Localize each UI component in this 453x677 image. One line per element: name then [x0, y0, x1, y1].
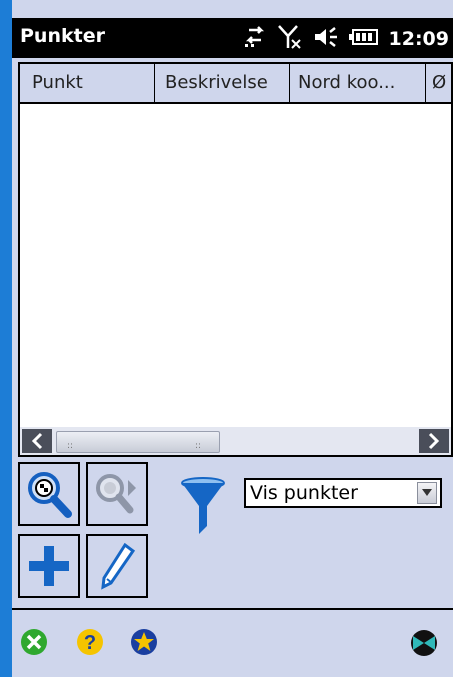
list-header: Punkt Beskrivelse Nord koo... Ø: [20, 64, 451, 104]
title-bar: Punkter 12:09: [12, 18, 453, 58]
pencil-icon: [101, 542, 136, 590]
scroll-right-button[interactable]: [419, 429, 449, 453]
chevron-left-icon: [31, 432, 43, 450]
clock[interactable]: 12:09: [389, 28, 449, 50]
page-title: Punkter: [20, 25, 105, 47]
dropdown-arrow[interactable]: [417, 482, 437, 504]
filter-select[interactable]: Vis punkter: [244, 478, 442, 508]
connectivity-icon[interactable]: [243, 26, 267, 52]
app-window: Punkter 12:09 Punkt Beskrivelse Nord koo…: [0, 0, 453, 677]
app-logo-icon[interactable]: [410, 628, 440, 658]
zoom-to-point-button[interactable]: [18, 462, 80, 526]
main-content: Punkt Beskrivelse Nord koo... Ø :: :: Vi…: [12, 58, 453, 608]
close-circle-icon[interactable]: [20, 628, 50, 658]
funnel-icon: [180, 476, 226, 538]
column-header-nord[interactable]: Nord koo...: [290, 64, 426, 102]
battery-icon[interactable]: [348, 28, 379, 50]
filter-select-value: Vis punkter: [250, 482, 358, 504]
edit-point-button[interactable]: [86, 534, 148, 598]
chevron-down-icon: [422, 489, 432, 496]
column-header-ost[interactable]: Ø: [426, 64, 451, 102]
grip-icon: ::: [67, 441, 74, 451]
help-icon[interactable]: ?: [76, 628, 106, 658]
favorite-star-icon[interactable]: [130, 628, 160, 658]
column-header-punkt[interactable]: Punkt: [20, 64, 155, 102]
plus-icon: [29, 546, 69, 586]
volume-icon[interactable]: [313, 26, 339, 52]
zoom-next-icon: [96, 474, 136, 514]
status-area: 12:09: [243, 24, 449, 54]
points-list[interactable]: Punkt Beskrivelse Nord koo... Ø :: ::: [18, 62, 453, 457]
zoom-locate-icon: [28, 472, 72, 518]
horizontal-scrollbar[interactable]: :: ::: [20, 427, 451, 455]
chevron-right-icon: [428, 432, 440, 450]
svg-text:?: ?: [84, 632, 96, 654]
no-signal-icon[interactable]: [277, 24, 303, 54]
zoom-next-button[interactable]: [86, 462, 148, 526]
window-edge: [0, 0, 12, 677]
column-header-beskrivelse[interactable]: Beskrivelse: [155, 64, 290, 102]
add-point-button[interactable]: [18, 534, 80, 598]
grip-icon: ::: [195, 441, 202, 451]
bottom-bar: ?: [12, 608, 453, 677]
scroll-thumb[interactable]: :: ::: [56, 431, 220, 453]
scroll-left-button[interactable]: [22, 429, 52, 453]
